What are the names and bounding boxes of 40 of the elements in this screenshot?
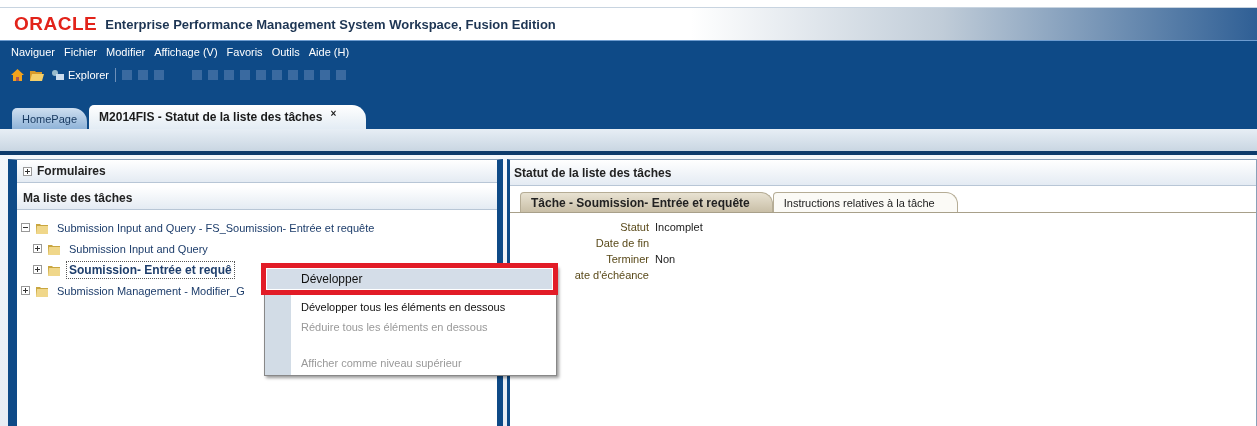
section-title: Ma liste des tâches [23,191,133,205]
home-icon[interactable] [11,69,24,81]
field-label: Date de fin [594,237,649,249]
tree-item[interactable]: Submission Input and Query - FS_Soumission- Entrée et requête [54,219,378,236]
close-icon[interactable]: × [330,108,337,119]
menu-item[interactable]: Modifier [106,46,146,64]
logo: ORACLE [14,13,98,35]
tree-item[interactable]: Soumission- Entrée et requê [66,260,235,279]
tab[interactable]: Tâche - Soumission- Entrée et requête [520,192,773,212]
menu-item[interactable]: Fichier [64,46,98,64]
expand-icon[interactable] [33,265,42,274]
tree-item[interactable]: Submission Input and Query [66,240,211,257]
tab[interactable]: HomePage [12,108,88,129]
menu-item[interactable]: Outils [271,46,300,64]
expand-icon[interactable] [23,166,32,176]
panel-title: Statut de la liste des tâches [514,165,672,180]
window-title: Enterprise Performance Management System Workspace, Fusion Edition [105,16,556,32]
folder-icon[interactable] [30,69,44,81]
menu-item[interactable]: Naviguer [11,46,56,64]
collapse-icon[interactable] [21,223,30,232]
field-value: Incomplet [655,221,703,233]
menu-item[interactable]: Affichage (V) [154,46,218,64]
tab[interactable]: Instructions relatives à la tâche [772,192,958,212]
section-header[interactable]: Formulaires [17,160,497,183]
field-label: ate d'échéance [573,269,649,281]
expand-icon[interactable] [21,286,30,295]
explorer-button[interactable]: Explorer [50,69,109,81]
section-title: Formulaires [37,164,106,178]
field-label: Statut [619,221,649,233]
menu-item[interactable]: Aide (H) [308,46,350,64]
menu-item[interactable]: Favoris [226,46,263,64]
expand-icon[interactable] [33,244,42,253]
field-value: Non [655,253,677,265]
menu-item[interactable]: Développer [267,269,552,289]
tab[interactable]: M2014FIS - Statut de la liste des tâches × [89,105,367,129]
menu-item[interactable]: Développer tous les éléments en dessous [265,297,556,317]
field-label: Terminer [605,253,649,265]
section-header[interactable]: Ma liste des tâches [17,187,497,210]
explorer-icon [50,69,64,81]
tree-item[interactable]: Submission Management - Modifier_G [54,282,248,299]
